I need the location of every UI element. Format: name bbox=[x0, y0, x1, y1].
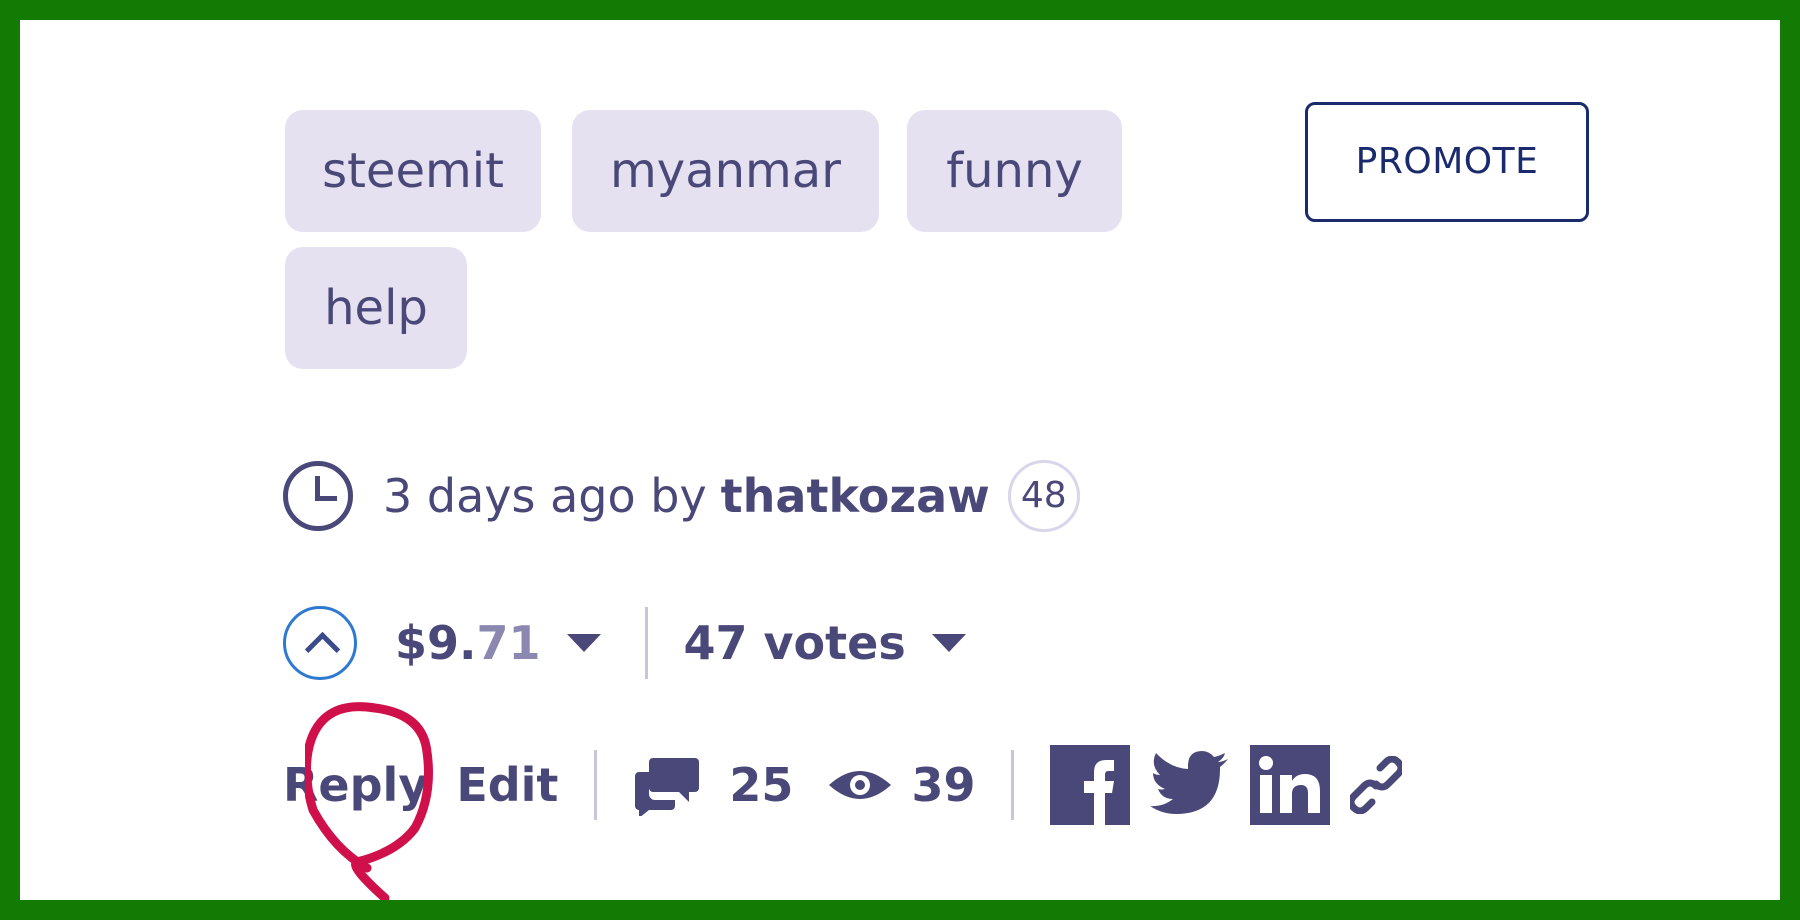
votes-count[interactable]: 47 votes bbox=[684, 616, 906, 670]
facebook-icon[interactable] bbox=[1050, 745, 1131, 825]
payout-dropdown-caret-icon[interactable] bbox=[566, 634, 601, 652]
comments-icon[interactable] bbox=[633, 754, 701, 816]
post-time: 3 days ago by bbox=[383, 469, 707, 523]
tag-myanmar[interactable]: myanmar bbox=[572, 110, 879, 232]
edit-link[interactable]: Edit bbox=[456, 758, 558, 812]
tag-funny[interactable]: funny bbox=[907, 110, 1122, 232]
clock-icon bbox=[283, 461, 353, 531]
post-meta: 3 days ago by thatkozaw 48 bbox=[283, 456, 1080, 536]
tag-help[interactable]: help bbox=[285, 247, 467, 369]
payout-cents: 71 bbox=[476, 616, 541, 670]
post-footer: steemit myanmar funny help PROMOTE 3 day… bbox=[20, 20, 1780, 900]
divider bbox=[594, 750, 598, 820]
payout-value[interactable]: $9.71 bbox=[395, 616, 541, 670]
divider bbox=[1011, 750, 1015, 820]
upvote-icon[interactable] bbox=[283, 606, 357, 680]
twitter-icon[interactable] bbox=[1150, 751, 1230, 819]
tag-steemit[interactable]: steemit bbox=[285, 110, 541, 232]
link-icon[interactable] bbox=[1350, 756, 1403, 814]
post-actions: Reply Edit 25 39 bbox=[283, 740, 1403, 830]
author-link[interactable]: thatkozaw bbox=[721, 469, 990, 523]
eye-icon bbox=[829, 771, 892, 799]
comment-count: 25 bbox=[729, 758, 794, 812]
reputation-badge: 48 bbox=[1007, 460, 1080, 532]
reply-link[interactable]: Reply bbox=[283, 758, 428, 812]
linkedin-icon[interactable] bbox=[1250, 745, 1331, 825]
vote-bar: $9.71 47 votes bbox=[283, 595, 996, 691]
view-count: 39 bbox=[911, 758, 976, 812]
payout-dollars: $9. bbox=[395, 616, 477, 670]
divider bbox=[644, 607, 648, 679]
votes-dropdown-caret-icon[interactable] bbox=[931, 634, 966, 652]
promote-button[interactable]: PROMOTE bbox=[1305, 102, 1589, 222]
